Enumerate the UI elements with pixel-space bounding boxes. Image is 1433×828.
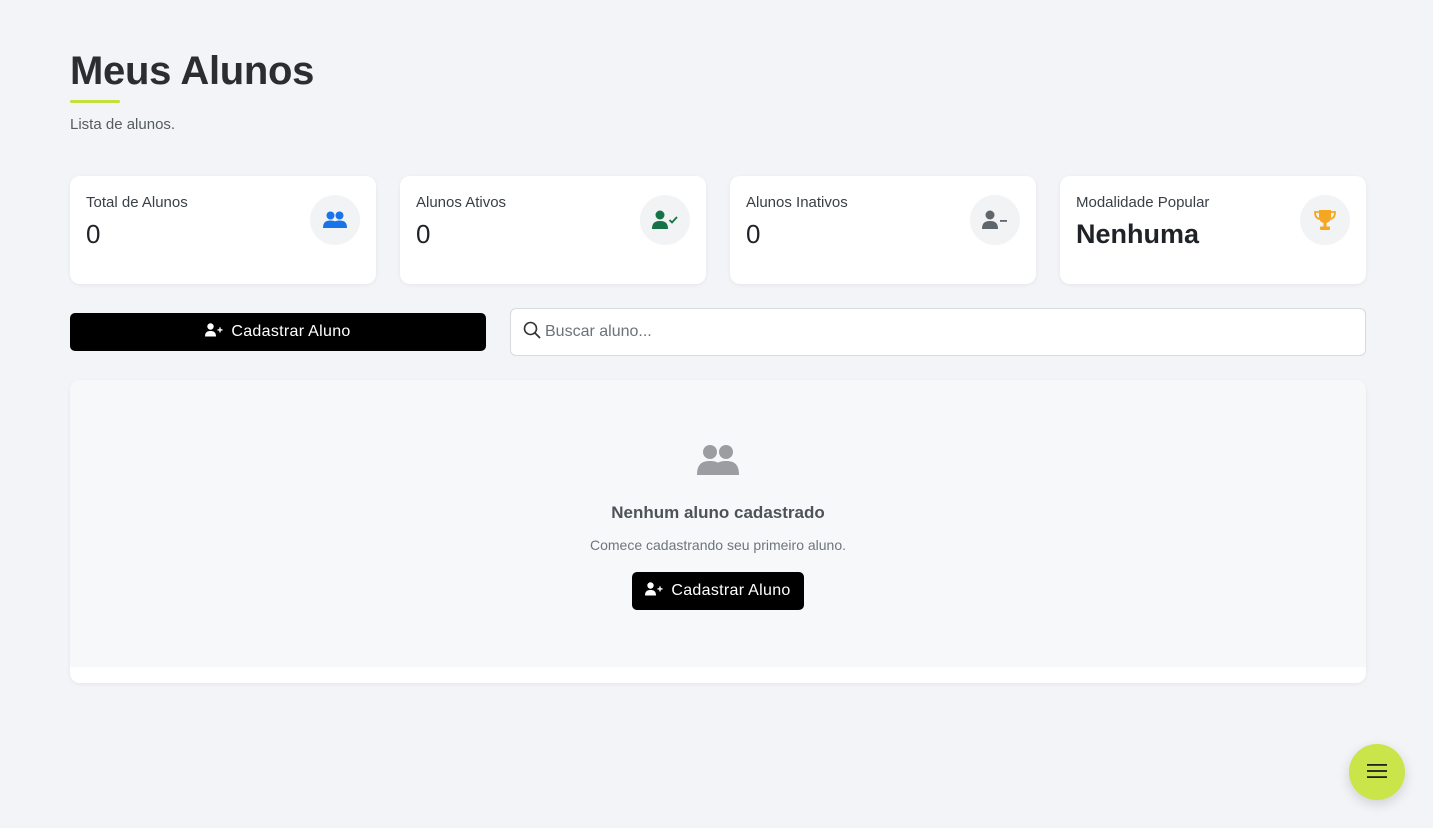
user-plus-icon — [205, 322, 223, 342]
users-icon — [310, 195, 360, 245]
search-input[interactable] — [541, 309, 1365, 355]
empty-state-subtitle: Comece cadastrando seu primeiro aluno. — [589, 537, 847, 553]
title-underline — [70, 100, 120, 103]
stats-row: Total de Alunos 0 Alunos Ativos 0 Alunos… — [70, 176, 1366, 284]
actions-bar: Cadastrar Aluno — [70, 308, 1366, 356]
students-list-card: Nenhum aluno cadastrado Comece cadastran… — [70, 380, 1366, 683]
search-icon — [523, 321, 541, 344]
trophy-icon — [1300, 195, 1350, 245]
user-plus-icon — [645, 581, 663, 601]
user-check-icon — [640, 195, 690, 245]
empty-state-add-student-button[interactable]: Cadastrar Aluno — [632, 572, 804, 610]
users-icon — [697, 444, 739, 481]
menu-fab-button[interactable] — [1349, 744, 1405, 800]
add-student-button-label: Cadastrar Aluno — [231, 323, 351, 340]
search-box[interactable] — [510, 308, 1366, 356]
page-header: Meus Alunos Lista de alunos. — [70, 48, 314, 133]
stat-card-total: Total de Alunos 0 — [70, 176, 376, 284]
page-title: Meus Alunos — [70, 49, 315, 93]
menu-icon — [1367, 763, 1387, 782]
page: Meus Alunos Lista de alunos. Total de Al… — [0, 0, 1433, 828]
user-minus-icon — [970, 195, 1020, 245]
add-student-button[interactable]: Cadastrar Aluno — [70, 313, 486, 351]
stat-card-active: Alunos Ativos 0 — [400, 176, 706, 284]
stat-card-popular: Modalidade Popular Nenhuma — [1060, 176, 1366, 284]
empty-state-title: Nenhum aluno cadastrado — [611, 503, 825, 522]
stat-card-inactive: Alunos Inativos 0 — [730, 176, 1036, 284]
empty-state: Nenhum aluno cadastrado Comece cadastran… — [70, 380, 1366, 667]
empty-state-button-label: Cadastrar Aluno — [671, 582, 791, 599]
page-subtitle: Lista de alunos. — [70, 116, 176, 133]
